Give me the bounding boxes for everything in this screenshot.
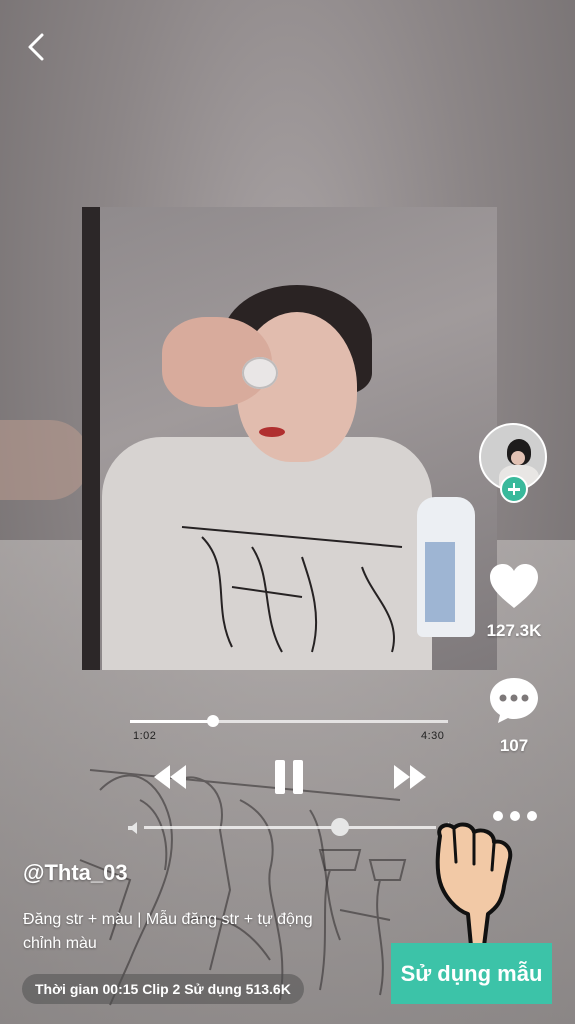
comment-icon — [490, 678, 538, 723]
pause-button[interactable] — [272, 758, 306, 796]
like-count: 127.3K — [486, 621, 542, 640]
template-preview-image — [82, 207, 497, 670]
rewind-button[interactable] — [152, 763, 188, 791]
background-arm — [0, 420, 90, 500]
template-description: Đăng str + màu | Mẫu đăng str + tự động … — [23, 911, 313, 952]
use-template-button[interactable]: Sử dụng mẫu — [391, 943, 552, 1004]
seek-progress — [130, 720, 213, 723]
follow-button[interactable] — [500, 475, 528, 503]
volume-track — [144, 826, 436, 829]
seek-bar[interactable] — [130, 714, 448, 728]
shirt-print — [181, 526, 403, 653]
volume-low-icon — [128, 822, 137, 834]
pause-icon — [275, 760, 303, 794]
pointing-hand-icon — [435, 822, 513, 954]
photo-lips — [259, 427, 285, 437]
volume-thumb[interactable] — [330, 818, 349, 836]
seek-thumb[interactable] — [206, 715, 219, 727]
heart-icon — [490, 564, 538, 608]
comment-button[interactable] — [488, 675, 540, 725]
like-button[interactable] — [488, 562, 540, 610]
photo-cap — [242, 357, 278, 389]
photo-dark-edge — [82, 207, 100, 670]
total-time: 4:30 — [421, 730, 445, 742]
template-meta-info: Thời gian 00:15 Clip 2 Sử dụng 513.6K — [22, 974, 304, 1004]
photo-bottle-label — [425, 542, 455, 622]
more-dots-icon — [493, 811, 537, 821]
comment-count: 107 — [499, 736, 529, 755]
back-button[interactable] — [22, 30, 52, 64]
fast-forward-button[interactable] — [392, 763, 428, 791]
current-time: 1:02 — [133, 730, 157, 742]
avatar-face — [511, 451, 525, 465]
rewind-icon — [154, 765, 186, 789]
fast-forward-icon — [394, 765, 426, 789]
creator-username[interactable]: @Thta_03 — [23, 860, 128, 886]
chevron-left-icon — [28, 33, 44, 61]
volume-slider[interactable] — [126, 818, 456, 838]
